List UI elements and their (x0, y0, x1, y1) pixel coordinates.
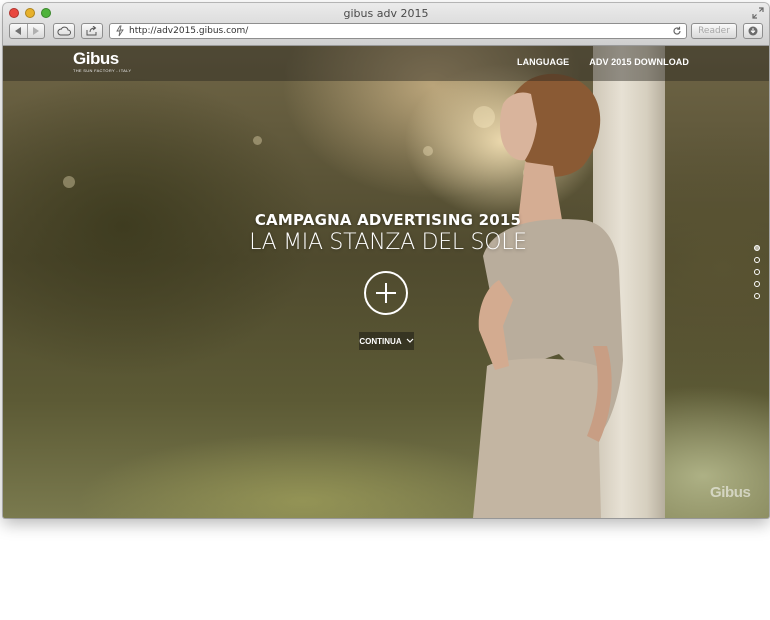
window-title: gibus adv 2015 (343, 7, 429, 20)
chevron-right-icon (32, 27, 39, 35)
hero-heading: CAMPAGNA ADVERTISING 2015 LA MIA STANZA … (233, 211, 543, 255)
continue-label: CONTINUA (359, 336, 402, 346)
gibus-logo[interactable]: Gibus THE SUN FACTORY - ITALY (73, 49, 132, 74)
downloads-button[interactable] (743, 23, 763, 39)
continue-button[interactable]: CONTINUA (359, 332, 414, 350)
history-navigation (9, 23, 45, 39)
watermark-logo: Gibus (710, 484, 751, 501)
browser-window: gibus adv 2015 http://adv2015.gibus.com/… (3, 3, 769, 518)
chevron-down-icon (406, 338, 414, 343)
menu-item-language[interactable]: LANGUAGE (517, 57, 569, 67)
address-bar[interactable]: http://adv2015.gibus.com/ (109, 23, 687, 39)
hero-subtitle: CAMPAGNA ADVERTISING 2015 (254, 211, 522, 229)
slide-dot-1[interactable] (754, 245, 760, 251)
reader-button[interactable]: Reader (691, 23, 737, 39)
slide-dot-5[interactable] (754, 293, 760, 299)
web-page: Gibus THE SUN FACTORY - ITALY LANGUAGE A… (3, 46, 769, 518)
bokeh-light (63, 176, 75, 188)
share-button[interactable] (81, 23, 103, 39)
forward-button[interactable] (26, 24, 45, 38)
main-menu: LANGUAGE ADV 2015 DOWNLOAD (517, 57, 689, 67)
site-header: Gibus THE SUN FACTORY - ITALY LANGUAGE A… (3, 46, 769, 81)
bokeh-light (423, 146, 433, 156)
chevron-left-icon (15, 27, 22, 35)
icloud-tabs-button[interactable] (53, 23, 75, 39)
logo-tagline: THE SUN FACTORY - ITALY (73, 68, 132, 73)
slide-dot-4[interactable] (754, 281, 760, 287)
download-icon (748, 26, 758, 36)
fullscreen-icon[interactable] (752, 7, 764, 19)
plus-icon (376, 283, 396, 303)
reload-icon[interactable] (672, 26, 682, 36)
logo-wordmark: Gibus (73, 49, 119, 68)
slide-dot-3[interactable] (754, 269, 760, 275)
url-text[interactable]: http://adv2015.gibus.com/ (129, 26, 672, 36)
woman-figure (473, 73, 623, 518)
hero-title: LA MIA STANZA DEL SOLE (249, 230, 527, 255)
back-button[interactable] (10, 24, 27, 38)
slide-dot-2[interactable] (754, 257, 760, 263)
title-bar: gibus adv 2015 http://adv2015.gibus.com/… (3, 3, 769, 46)
expand-button[interactable] (364, 271, 408, 315)
menu-item-adv-download[interactable]: ADV 2015 DOWNLOAD (589, 57, 689, 67)
browser-toolbar: http://adv2015.gibus.com/ Reader (3, 22, 769, 42)
site-icon (116, 25, 124, 37)
share-icon (86, 26, 97, 36)
cloud-icon (57, 26, 71, 36)
slide-pagination (754, 245, 760, 299)
bokeh-light (253, 136, 262, 145)
